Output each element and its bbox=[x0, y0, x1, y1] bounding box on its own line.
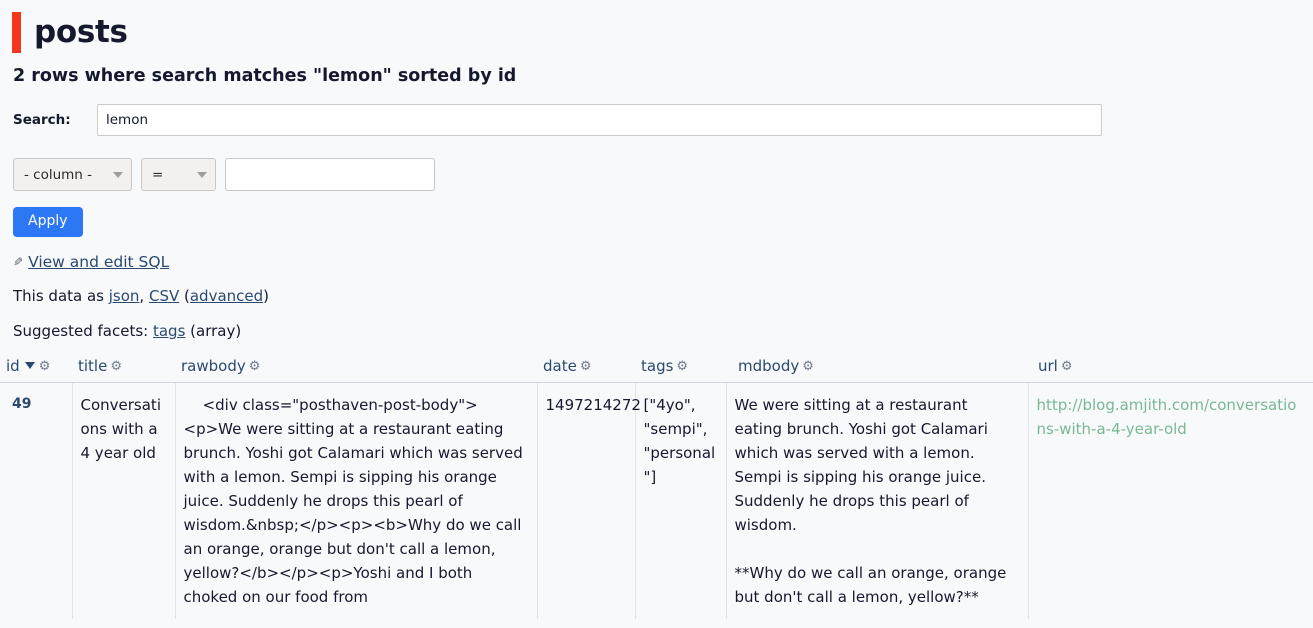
column-header-id[interactable]: id ⚙ bbox=[0, 357, 72, 384]
view-edit-sql-row: ✎ View and edit SQL bbox=[12, 253, 1301, 271]
column-header-url[interactable]: url ⚙ bbox=[1028, 357, 1313, 384]
column-header-date-label[interactable]: date bbox=[543, 357, 577, 375]
filter-column-value: - column - bbox=[24, 166, 93, 183]
rows-summary: 2 rows where search matches "lemon" sort… bbox=[13, 66, 517, 86]
search-row: Search: bbox=[12, 104, 1301, 136]
filter-operator-select[interactable]: = bbox=[141, 158, 216, 191]
view-and-edit-sql-link[interactable]: View and edit SQL bbox=[28, 253, 169, 271]
gear-icon[interactable]: ⚙ bbox=[580, 360, 592, 373]
export-prefix: This data as bbox=[13, 287, 109, 306]
filter-row: - column - = bbox=[12, 158, 1301, 191]
export-close-paren: ) bbox=[263, 287, 270, 306]
filter-value-input[interactable] bbox=[225, 158, 435, 191]
row-url-link[interactable]: http://blog.amjith.com/conversations-wit… bbox=[1037, 396, 1297, 438]
column-header-tags[interactable]: tags ⚙ bbox=[635, 357, 726, 384]
gear-icon[interactable]: ⚙ bbox=[802, 360, 814, 373]
facets-prefix: Suggested facets: bbox=[13, 322, 153, 341]
column-header-mdbody-label[interactable]: mdbody bbox=[738, 357, 799, 375]
column-header-id-label[interactable]: id bbox=[6, 357, 20, 375]
column-header-title-label[interactable]: title bbox=[78, 357, 107, 375]
facets-suffix: (array) bbox=[185, 322, 242, 341]
cell-rawbody: <div class="posthaven-post-body"><p>We w… bbox=[175, 382, 538, 620]
results-table: id ⚙ title ⚙ rawbody ⚙ date ⚙ tags ⚙ mdb… bbox=[0, 357, 1313, 620]
results-table-wrapper: id ⚙ title ⚙ rawbody ⚙ date ⚙ tags ⚙ mdb… bbox=[0, 357, 1313, 620]
gear-icon[interactable]: ⚙ bbox=[1061, 360, 1073, 373]
filter-column-select[interactable]: - column - bbox=[13, 158, 132, 191]
export-open-paren: ( bbox=[179, 287, 190, 306]
chevron-down-icon bbox=[197, 171, 207, 178]
column-header-rawbody-label[interactable]: rawbody bbox=[181, 357, 246, 375]
title-accent-bar bbox=[12, 11, 21, 53]
table-header-row: id ⚙ title ⚙ rawbody ⚙ date ⚙ tags ⚙ mdb… bbox=[0, 357, 1313, 384]
column-header-title[interactable]: title ⚙ bbox=[72, 357, 175, 384]
column-header-date[interactable]: date ⚙ bbox=[537, 357, 635, 384]
page-title-text: posts bbox=[34, 13, 128, 50]
table-row: 49 Conversations with a 4 year old <div … bbox=[0, 382, 1313, 620]
chevron-down-icon bbox=[113, 171, 123, 178]
export-separator: , bbox=[139, 287, 149, 306]
search-label: Search: bbox=[13, 112, 71, 128]
apply-row: Apply bbox=[12, 191, 1301, 238]
pencil-icon: ✎ bbox=[13, 255, 24, 270]
gear-icon[interactable]: ⚙ bbox=[110, 360, 122, 373]
datasette-table-page: posts 2 rows where search matches "lemon… bbox=[0, 0, 1313, 628]
cell-title: Conversations with a 4 year old bbox=[72, 382, 176, 620]
export-json-link[interactable]: json bbox=[109, 287, 140, 305]
cell-url: http://blog.amjith.com/conversations-wit… bbox=[1028, 382, 1313, 620]
column-header-mdbody[interactable]: mdbody ⚙ bbox=[726, 357, 1028, 384]
cell-mdbody: We were sitting at a restaurant eating b… bbox=[726, 382, 1029, 620]
filter-operator-value: = bbox=[152, 166, 164, 183]
row-id-link[interactable]: 49 bbox=[12, 396, 31, 412]
export-csv-link[interactable]: CSV bbox=[149, 287, 179, 305]
facet-tags-link[interactable]: tags bbox=[153, 322, 185, 340]
column-header-url-label[interactable]: url bbox=[1038, 357, 1058, 375]
column-header-rawbody[interactable]: rawbody ⚙ bbox=[175, 357, 537, 384]
export-advanced-link[interactable]: advanced bbox=[190, 287, 263, 305]
page-title: posts bbox=[12, 0, 1301, 53]
suggested-facets-row: Suggested facets: tags (array) bbox=[12, 322, 1301, 340]
column-header-tags-label[interactable]: tags bbox=[641, 357, 673, 375]
sort-descending-icon bbox=[24, 362, 35, 370]
gear-icon[interactable]: ⚙ bbox=[249, 360, 261, 373]
gear-icon[interactable]: ⚙ bbox=[676, 360, 688, 373]
search-input[interactable] bbox=[97, 104, 1102, 136]
cell-tags: ["4yo", "sempi", "personal"] bbox=[635, 382, 727, 620]
cell-id: 49 bbox=[0, 382, 73, 620]
apply-button[interactable]: Apply bbox=[13, 207, 83, 238]
gear-icon[interactable]: ⚙ bbox=[39, 360, 51, 373]
cell-date: 1497214272 bbox=[537, 382, 641, 620]
export-links-row: This data as json, CSV (advanced) bbox=[12, 287, 1301, 305]
